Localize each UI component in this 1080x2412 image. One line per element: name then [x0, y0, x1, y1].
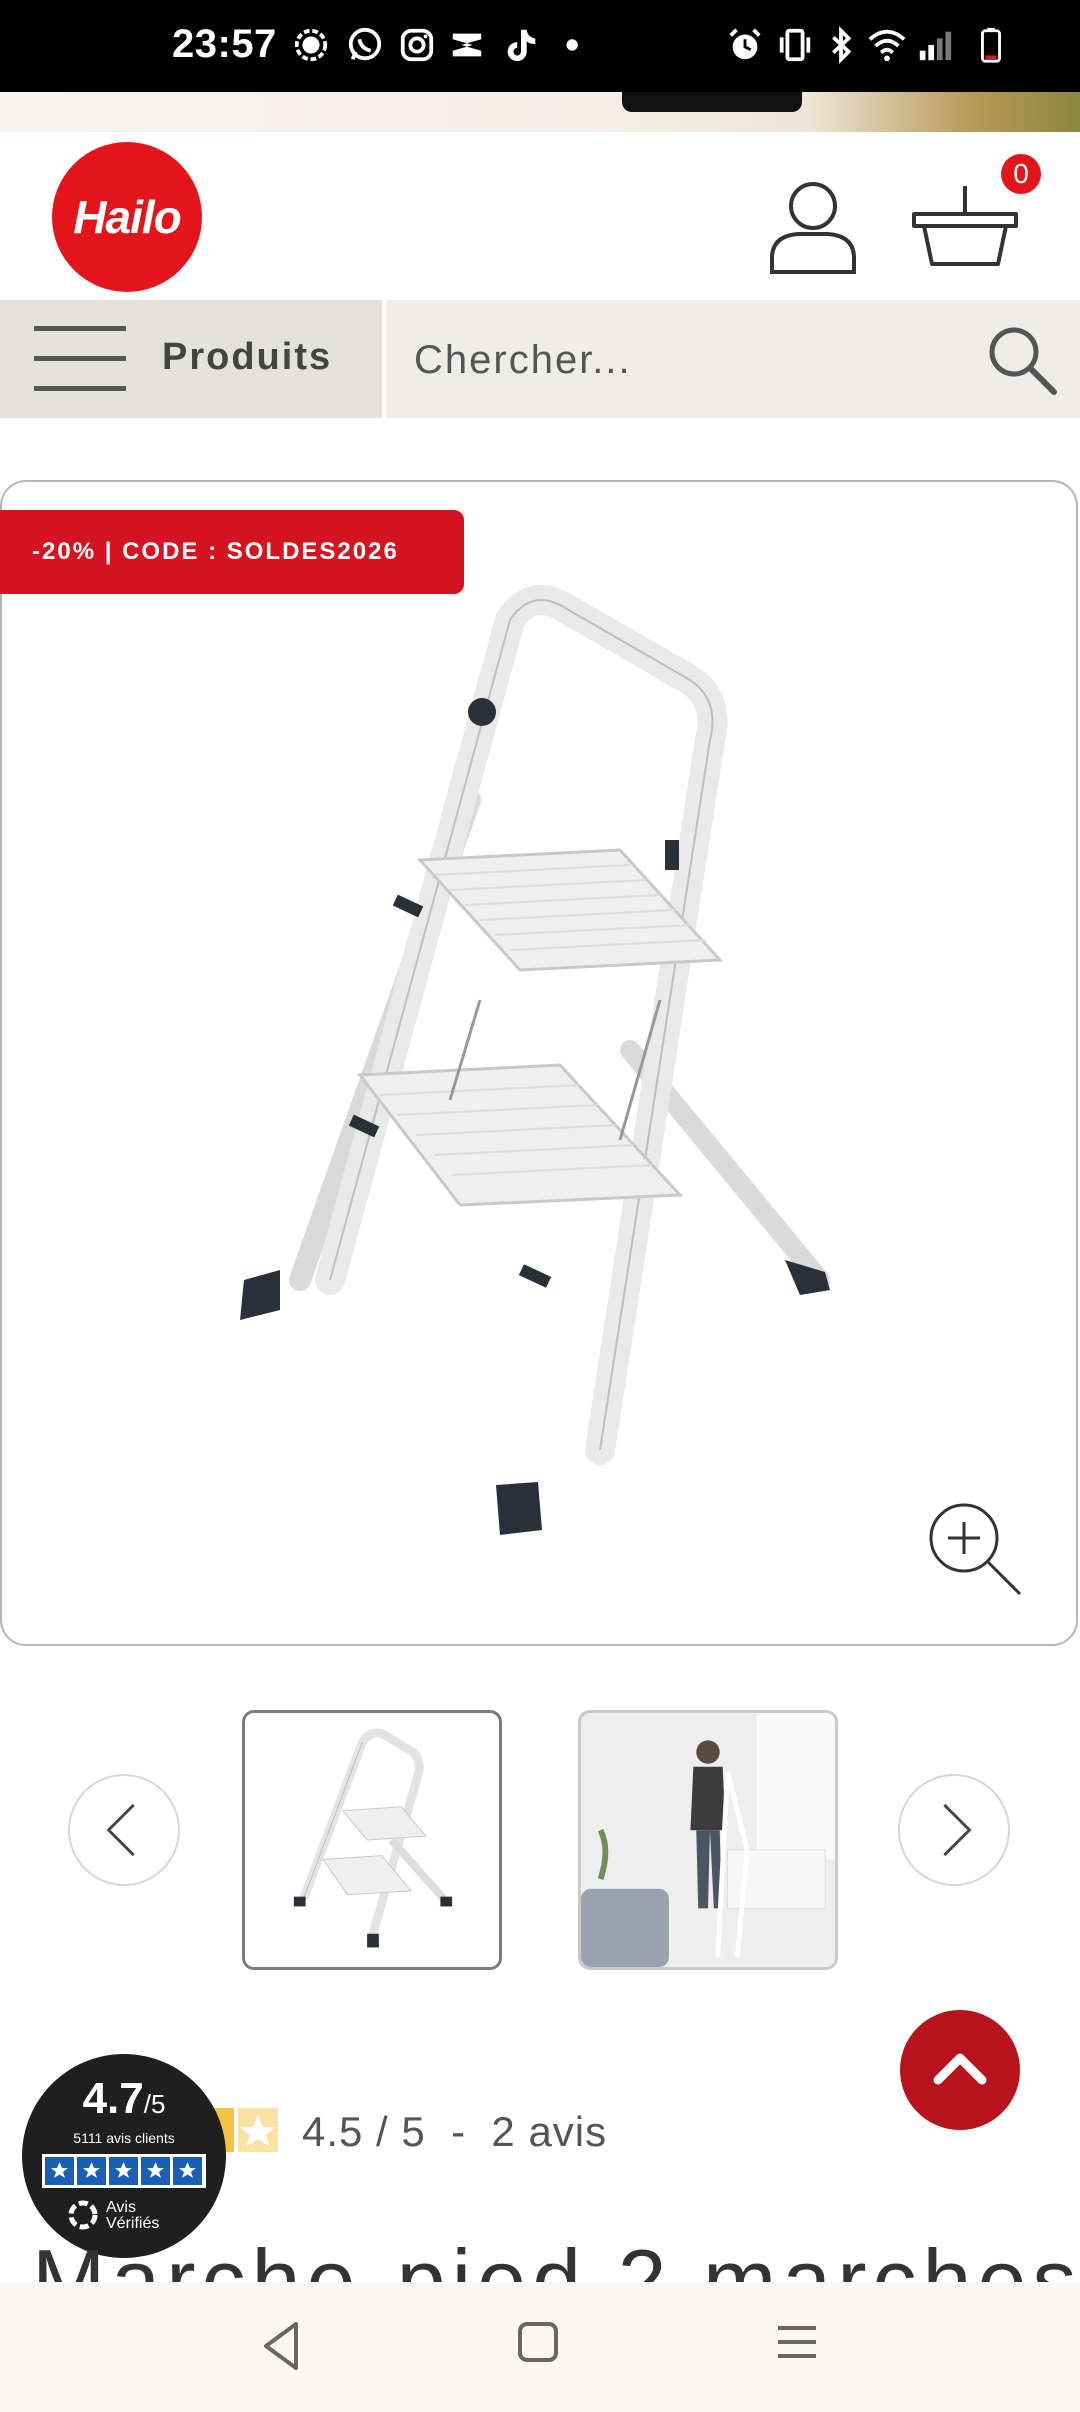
trust-score-value: 4.7: [82, 2074, 144, 2123]
home-icon[interactable]: [516, 2320, 560, 2366]
status-bar: 23:57: [0, 0, 1080, 92]
step-ladder-image[interactable]: [220, 580, 860, 1560]
wifi-icon: [868, 29, 906, 62]
zoom-in-icon[interactable]: [924, 1498, 1024, 1598]
capcut-icon: [452, 33, 482, 57]
thumbnail-ladder[interactable]: [242, 1710, 502, 1970]
hamburger-menu-icon: [34, 326, 126, 391]
hailo-logo[interactable]: Hailo: [52, 142, 202, 292]
rating-summary[interactable]: 4.5 / 5 - 2 avis: [302, 2108, 607, 2156]
chevron-left-icon: [106, 1803, 135, 1857]
trust-stars: [42, 2154, 206, 2188]
instagram-icon: [400, 28, 434, 62]
thumbnail-lifestyle-image: [581, 1713, 835, 1967]
signal-app-icon: [294, 28, 328, 62]
previous-image-button[interactable]: [68, 1774, 180, 1886]
trust-review-count: 5111 avis clients: [73, 2130, 175, 2146]
trust-brand-line1: Avis: [106, 2199, 136, 2216]
logo-text: Hailo: [73, 191, 181, 243]
products-menu-label: Produits: [162, 336, 333, 378]
dot-icon: [566, 39, 578, 51]
vibrate-icon: [779, 28, 811, 62]
battery-icon: [981, 27, 1001, 63]
cart-count-badge: 0: [1001, 154, 1041, 194]
scroll-to-top-button[interactable]: [900, 2010, 1020, 2130]
search-bar[interactable]: [386, 300, 1080, 418]
basket-icon[interactable]: [910, 180, 1020, 270]
status-time: 23:57: [172, 22, 277, 66]
trust-score: 4.7/5: [22, 2074, 226, 2124]
thumbnail-lifestyle[interactable]: [578, 1710, 838, 1970]
verified-reviews-logo-icon: [68, 2200, 98, 2230]
back-icon[interactable]: [258, 2316, 304, 2376]
search-input[interactable]: [412, 330, 956, 390]
thumbnail-ladder-image: [293, 1728, 453, 1948]
promo-banner-strip[interactable]: [0, 92, 1080, 132]
search-icon[interactable]: [986, 324, 1058, 396]
chevron-up-icon: [933, 2053, 987, 2085]
alarm-icon: [729, 28, 761, 60]
whatsapp-icon: [348, 27, 382, 61]
account-icon[interactable]: [768, 176, 858, 276]
bluetooth-icon: [832, 26, 852, 64]
promo-banner-tag: [622, 92, 802, 112]
verified-reviews-badge[interactable]: 4.7/5 5111 avis clients Avis Vérifiés: [22, 2054, 226, 2258]
trust-score-suffix: /5: [143, 2089, 166, 2119]
recent-apps-icon[interactable]: [774, 2320, 820, 2366]
chevron-right-icon: [943, 1803, 972, 1857]
cellular-signal-icon: [919, 31, 952, 61]
next-image-button[interactable]: [898, 1774, 1010, 1886]
tiktok-icon: [507, 29, 536, 62]
